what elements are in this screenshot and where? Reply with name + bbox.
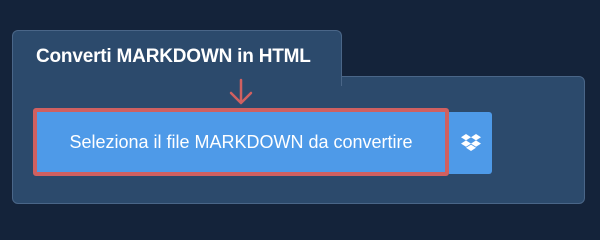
converter-tab: Converti MARKDOWN in HTML (12, 30, 342, 86)
select-file-label: Seleziona il file MARKDOWN da convertire (69, 131, 413, 152)
converter-title: Converti MARKDOWN in HTML (36, 46, 311, 67)
select-file-button[interactable]: Seleziona il file MARKDOWN da convertire (33, 108, 449, 176)
dropbox-button[interactable] (449, 112, 492, 174)
dropbox-icon (460, 134, 481, 151)
arrow-down-icon (229, 78, 253, 105)
